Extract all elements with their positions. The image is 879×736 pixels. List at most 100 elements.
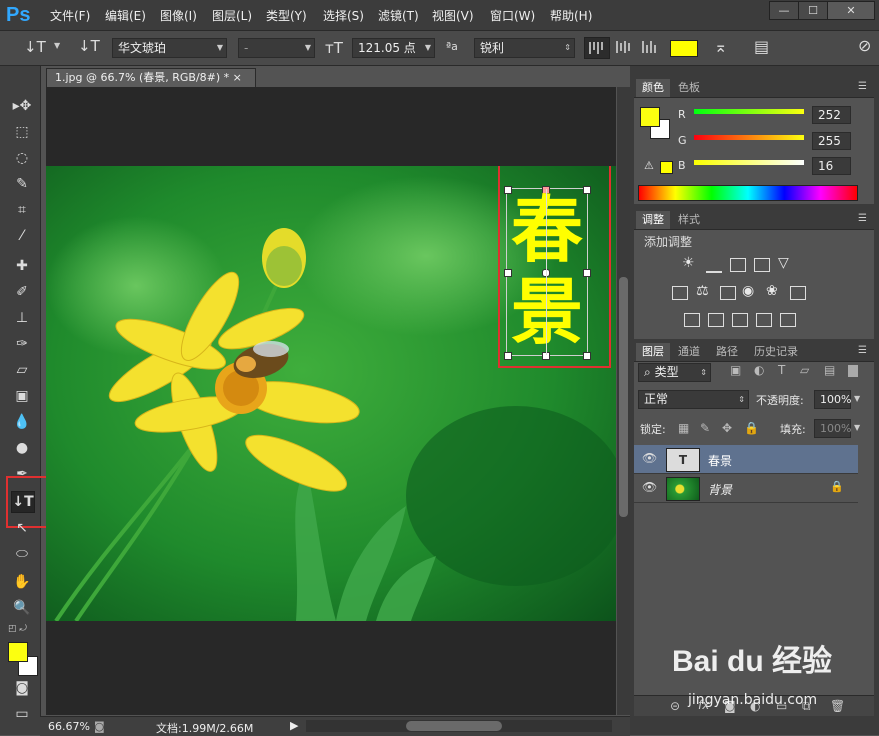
- curves-icon[interactable]: [730, 258, 746, 272]
- eyedropper-tool-icon[interactable]: ⁄: [11, 226, 33, 246]
- healing-brush-tool-icon[interactable]: ✚: [11, 256, 33, 276]
- tab-channels[interactable]: 通道: [672, 343, 706, 361]
- vertical-type-tool-icon[interactable]: ↓T: [11, 491, 35, 513]
- cancel-icon[interactable]: ⊘: [858, 36, 871, 55]
- panel-menu-icon[interactable]: ☰: [858, 213, 867, 224]
- close-button[interactable]: ✕: [827, 1, 875, 20]
- lasso-tool-icon[interactable]: ◌: [11, 148, 33, 168]
- font-style-select[interactable]: - ▼: [238, 38, 315, 58]
- lock-position-icon[interactable]: ✥: [722, 421, 732, 435]
- menu-filter[interactable]: 滤镜(T): [378, 7, 419, 24]
- text-layer-char-2[interactable]: 景: [506, 270, 588, 354]
- menu-window[interactable]: 窗口(W): [490, 7, 535, 24]
- scroll-thumb[interactable]: [619, 277, 628, 517]
- ellipse-tool-icon[interactable]: ⬭: [11, 544, 33, 564]
- gradient-tool-icon[interactable]: ▣: [11, 386, 33, 406]
- character-panel-icon[interactable]: ▤: [754, 37, 769, 56]
- clone-stamp-tool-icon[interactable]: ⊥: [11, 308, 33, 328]
- gradient-map-icon[interactable]: [780, 313, 796, 327]
- font-family-select[interactable]: 华文琥珀 ▼: [112, 38, 227, 58]
- menu-view[interactable]: 视图(V): [432, 7, 474, 24]
- zoom-level[interactable]: 66.67%: [48, 720, 90, 733]
- preview-icon[interactable]: ◙: [94, 720, 105, 733]
- layer-filter-select[interactable]: ⌕ 类型 ⇕: [638, 363, 711, 382]
- menu-layer[interactable]: 图层(L): [212, 7, 252, 24]
- foreground-color-swatch[interactable]: [8, 642, 28, 662]
- scroll-thumb[interactable]: [406, 721, 502, 731]
- vertical-type-tool-preset-icon[interactable]: ↓T: [24, 38, 46, 56]
- tab-adjustments[interactable]: 调整: [636, 211, 670, 229]
- green-value-input[interactable]: 255: [812, 132, 851, 150]
- hand-tool-icon[interactable]: ✋: [11, 572, 33, 592]
- blend-mode-select[interactable]: 正常 ⇕: [638, 390, 749, 409]
- close-tab-icon[interactable]: ×: [233, 71, 242, 84]
- document-image[interactable]: 春 景: [46, 166, 616, 621]
- brightness-contrast-icon[interactable]: ☀: [682, 255, 695, 271]
- quick-select-tool-icon[interactable]: ✎: [11, 174, 33, 194]
- minimize-button[interactable]: —: [769, 1, 799, 20]
- layer-row-text[interactable]: 👁 T 春景: [634, 445, 858, 474]
- eraser-tool-icon[interactable]: ▱: [11, 360, 33, 380]
- tab-paths[interactable]: 路径: [710, 343, 744, 361]
- move-tool-icon[interactable]: ▸✥: [11, 96, 33, 116]
- panel-menu-icon[interactable]: ☰: [858, 345, 867, 356]
- opacity-input[interactable]: 100%: [814, 390, 851, 409]
- default-colors-icon[interactable]: ◰ ⤾: [8, 624, 27, 634]
- chevron-down-icon[interactable]: ▼: [854, 394, 860, 403]
- zoom-tool-icon[interactable]: 🔍: [11, 598, 33, 618]
- photo-filter-icon[interactable]: ◉: [742, 283, 754, 299]
- lock-transparent-icon[interactable]: ▦: [678, 421, 689, 435]
- align-center-button[interactable]: [612, 37, 636, 57]
- red-slider[interactable]: [694, 109, 804, 114]
- chevron-down-icon[interactable]: ▼: [854, 423, 860, 432]
- threshold-icon[interactable]: [732, 313, 748, 327]
- color-balance-icon[interactable]: ⚖: [696, 283, 709, 299]
- channel-mixer-icon[interactable]: ❀: [766, 283, 778, 299]
- menu-select[interactable]: 选择(S): [323, 7, 364, 24]
- toggle-text-orientation-icon[interactable]: ↓T: [78, 37, 100, 55]
- restore-button[interactable]: ☐: [798, 1, 828, 20]
- tab-layers[interactable]: 图层: [636, 343, 670, 361]
- lock-all-icon[interactable]: 🔒: [744, 421, 759, 435]
- layer-row-background[interactable]: 👁 背景 🔒: [634, 474, 858, 503]
- visibility-eye-icon[interactable]: 👁: [642, 480, 657, 494]
- history-brush-tool-icon[interactable]: ✑: [11, 334, 33, 354]
- link-layers-icon[interactable]: ⊝: [670, 699, 680, 713]
- align-bottom-button[interactable]: [638, 37, 662, 57]
- blue-value-input[interactable]: 16: [812, 157, 851, 175]
- layer-name[interactable]: 背景: [708, 481, 732, 498]
- panel-menu-icon[interactable]: ☰: [858, 81, 867, 92]
- filter-adjustment-icon[interactable]: ◐: [754, 363, 764, 377]
- hue-saturation-icon[interactable]: [672, 286, 688, 300]
- menu-image[interactable]: 图像(I): [160, 7, 197, 24]
- path-selection-tool-icon[interactable]: ↖: [11, 518, 33, 538]
- marquee-tool-icon[interactable]: ⬚: [11, 122, 33, 142]
- text-layer-char-1[interactable]: 春: [506, 188, 588, 272]
- blue-slider[interactable]: [694, 160, 804, 165]
- invert-icon[interactable]: [684, 313, 700, 327]
- filter-type-icon[interactable]: T: [778, 363, 785, 377]
- filter-shape-icon[interactable]: ▱: [800, 363, 809, 377]
- filter-smart-object-icon[interactable]: ▤: [824, 363, 835, 377]
- horizontal-scrollbar[interactable]: [306, 720, 612, 732]
- menu-edit[interactable]: 编辑(E): [105, 7, 146, 24]
- posterize-icon[interactable]: [708, 313, 724, 327]
- gamut-warning-icon[interactable]: ⚠: [644, 159, 654, 172]
- brush-tool-icon[interactable]: ✐: [11, 282, 33, 302]
- status-menu-icon[interactable]: ▶: [290, 719, 298, 732]
- dodge-tool-icon[interactable]: ●: [11, 438, 33, 458]
- vertical-scrollbar[interactable]: [617, 87, 630, 715]
- preset-dropdown-icon[interactable]: ▼: [54, 41, 60, 50]
- tab-swatches[interactable]: 色板: [672, 79, 706, 97]
- red-value-input[interactable]: 252: [812, 106, 851, 124]
- document-tab[interactable]: 1.jpg @ 66.7% (春景, RGB/8#) * ×: [46, 68, 256, 87]
- menu-help[interactable]: 帮助(H): [550, 7, 592, 24]
- screen-mode-icon[interactable]: ▭: [11, 704, 33, 724]
- exposure-icon[interactable]: [754, 258, 770, 272]
- vibrance-icon[interactable]: ▽: [778, 255, 789, 271]
- color-spectrum-ramp[interactable]: [638, 185, 858, 201]
- quick-mask-icon[interactable]: ◙: [11, 678, 33, 698]
- foreground-color-swatch[interactable]: [640, 107, 660, 127]
- font-size-select[interactable]: 121.05 点 ▼: [352, 38, 435, 58]
- warp-text-icon[interactable]: ⌅: [714, 37, 727, 56]
